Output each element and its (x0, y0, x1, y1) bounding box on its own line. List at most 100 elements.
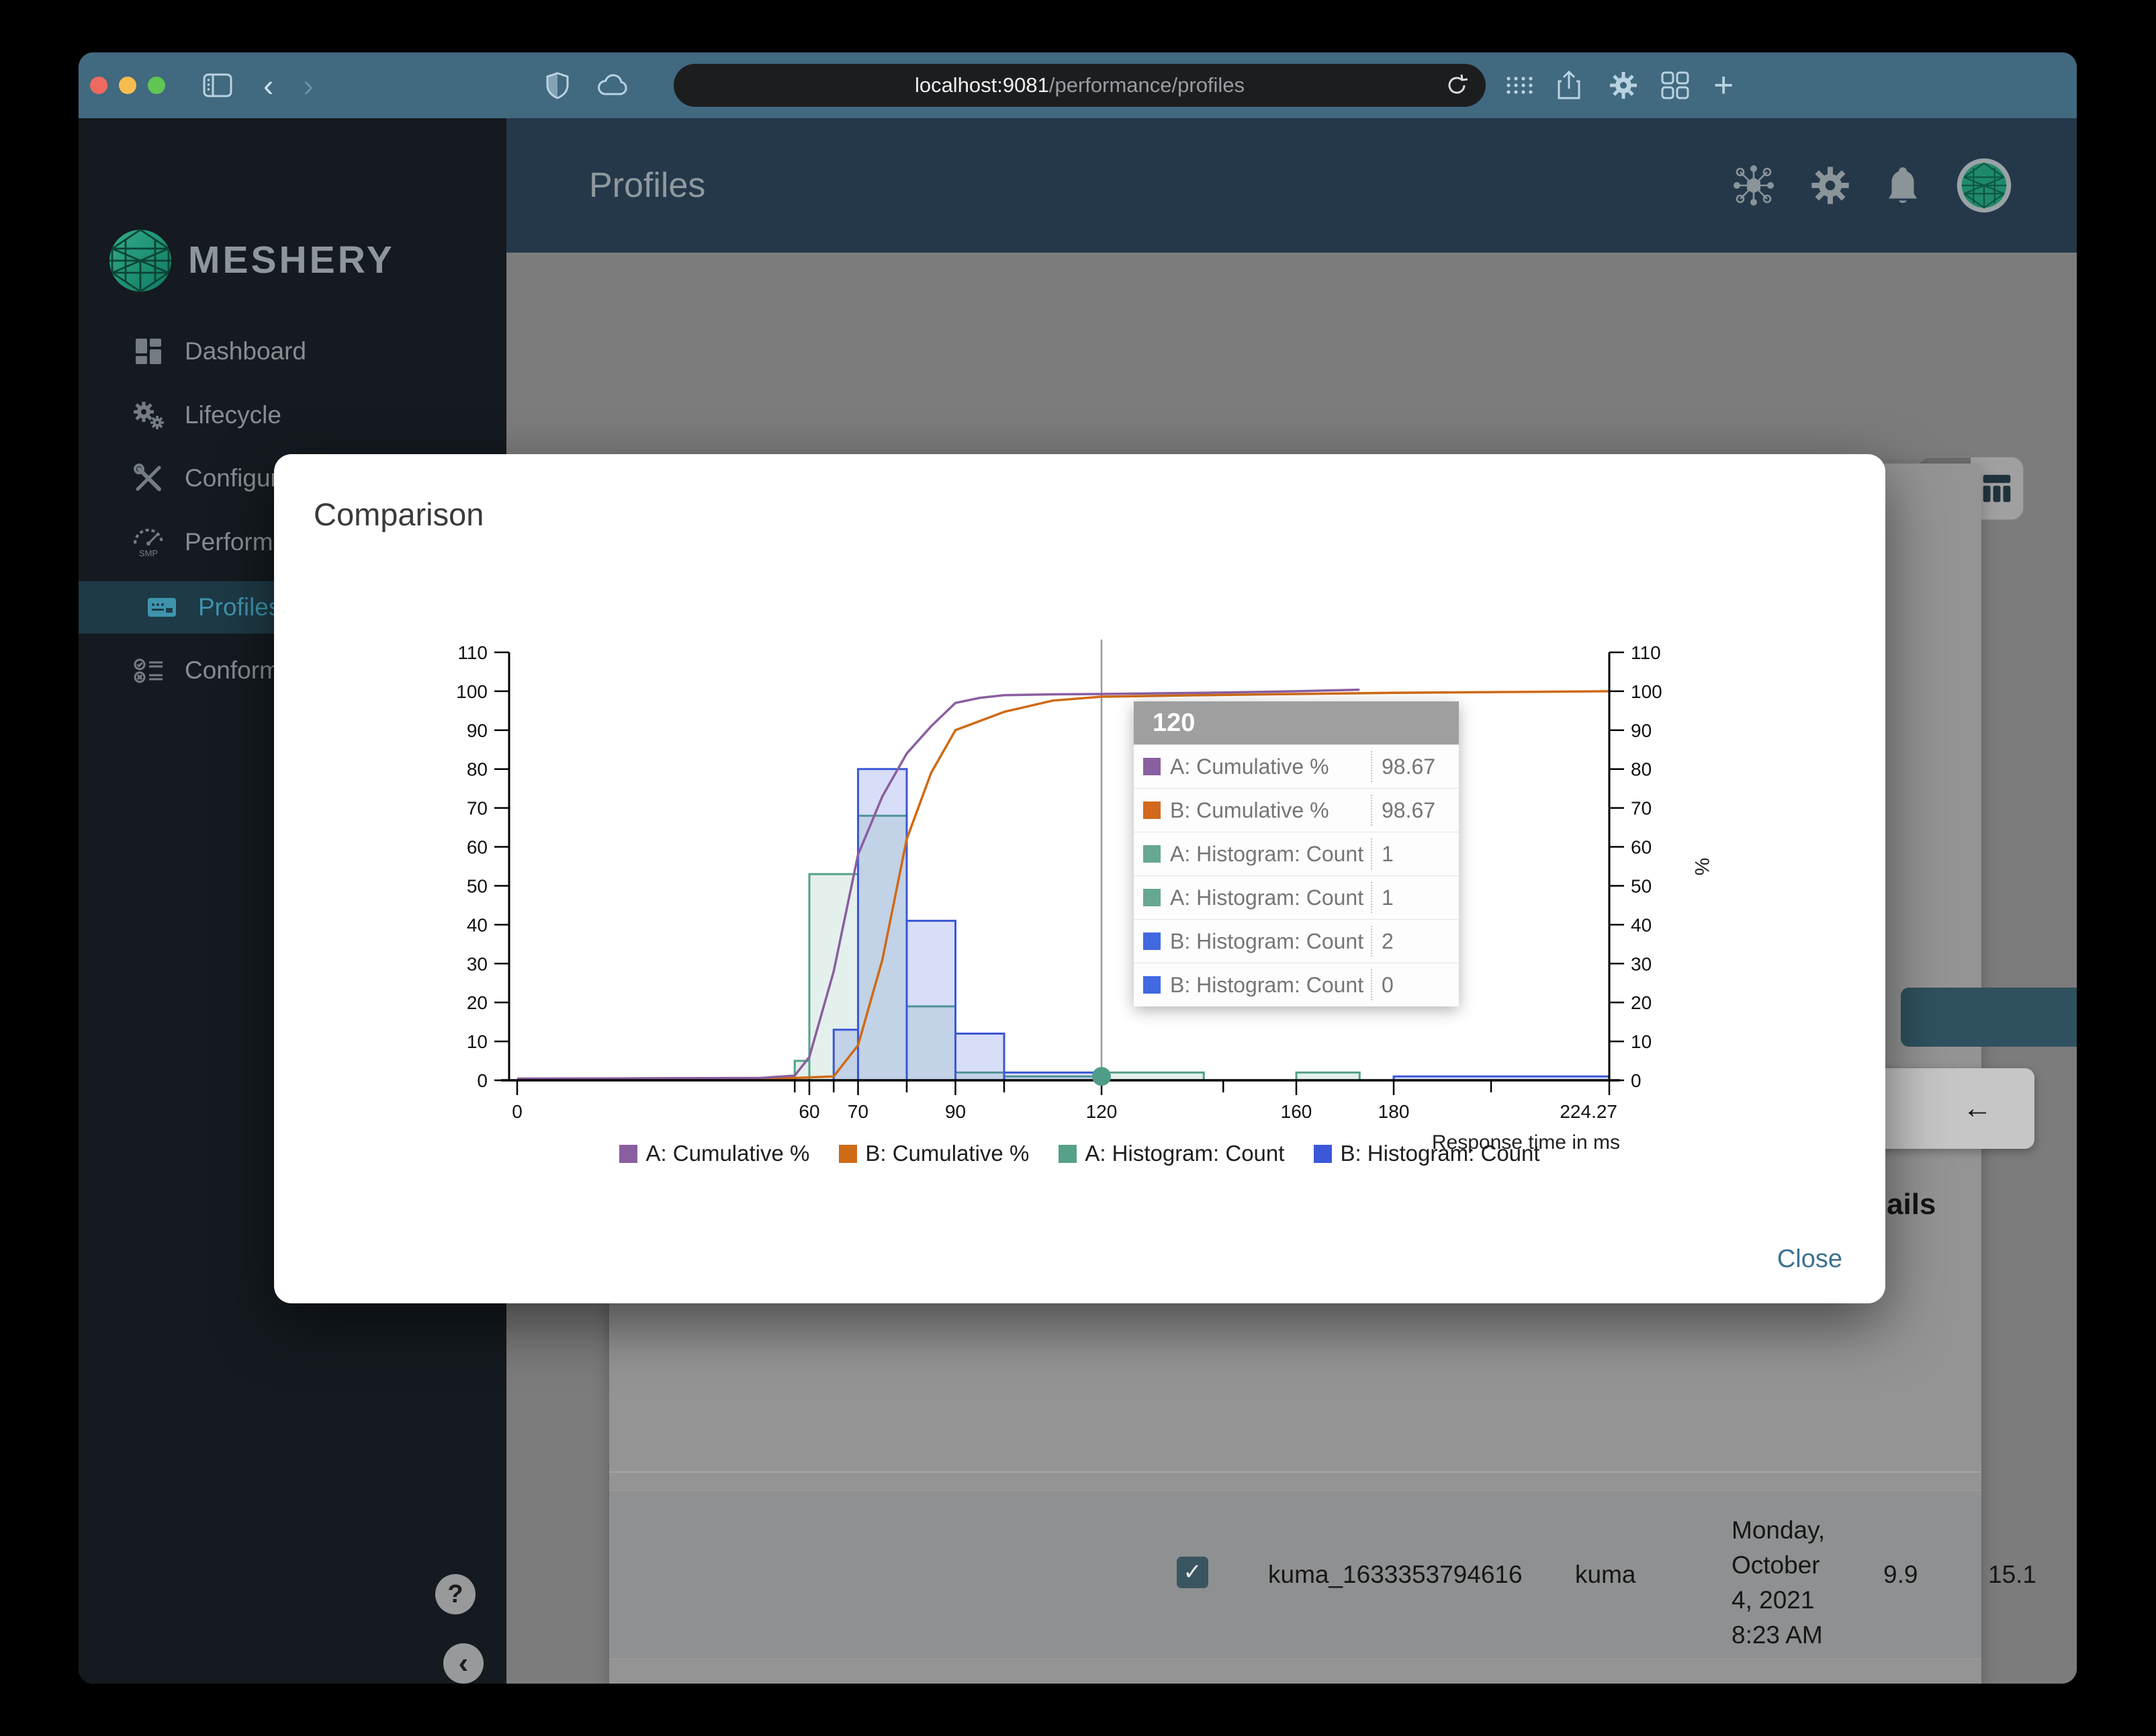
tooltip-header: 120 (1134, 701, 1459, 744)
performance-speedometer-icon: SMP (131, 525, 166, 560)
tooltip-row: B: Histogram: Count 0 (1134, 963, 1459, 1006)
duration-value: 15.1 (1988, 1561, 2037, 1588)
cloud-icon[interactable] (597, 74, 628, 97)
sidebar-item-label: Dashboard (185, 337, 307, 365)
legend-item[interactable]: A: Cumulative % (619, 1141, 809, 1166)
comparison-modal: Comparison 0 0 10 10 20 20 30 30 40 40 50 50 60 60 70 7… (274, 454, 1885, 1303)
svg-text:110: 110 (457, 642, 488, 663)
svg-text:SMP: SMP (139, 548, 158, 558)
svg-text:%: % (1691, 858, 1713, 876)
tooltip-row: A: Cumulative % 98.67 (1134, 744, 1459, 788)
tooltip-row: B: Cumulative % 98.67 (1134, 788, 1459, 832)
legend-item[interactable]: B: Cumulative % (839, 1141, 1029, 1166)
svg-text:0: 0 (512, 1101, 523, 1122)
svg-text:100: 100 (1631, 681, 1662, 702)
dashboard-icon (131, 334, 166, 369)
tab-overview-icon[interactable] (1661, 71, 1689, 99)
svg-text:160: 160 (1281, 1101, 1312, 1122)
brand-name[interactable]: MESHERY (188, 238, 395, 282)
mesh-adapters-icon[interactable] (1732, 163, 1776, 208)
user-avatar[interactable] (1956, 157, 2012, 214)
svg-text:224.27: 224.27 (1560, 1101, 1617, 1122)
minimize-window-button[interactable] (119, 77, 136, 94)
svg-text:60: 60 (467, 837, 488, 858)
page-title: Profiles (589, 166, 706, 205)
new-tab-icon[interactable]: + (1713, 65, 1734, 105)
sidebar-item-lifecycle[interactable]: Lifecycle (79, 389, 506, 441)
svg-text:80: 80 (467, 759, 488, 780)
collapse-sidebar-button[interactable]: ‹ (443, 1643, 484, 1684)
tooltip-row: A: Histogram: Count 1 (1134, 875, 1459, 919)
sidebar-toggle-icon[interactable] (203, 73, 232, 97)
series-swatch (1143, 889, 1161, 906)
screen: ‹ › localhost:9081/performance/profiles … (0, 0, 2156, 1736)
svg-text:30: 30 (467, 953, 488, 974)
mesh-name: kuma (1575, 1561, 1636, 1588)
privacy-shield-icon[interactable] (546, 72, 569, 99)
test-date: Monday, October 4, 2021 8:23 AM (1732, 1516, 1826, 1649)
close-button[interactable]: Close (1777, 1245, 1842, 1274)
svg-text:20: 20 (1631, 992, 1652, 1013)
svg-text:60: 60 (799, 1101, 819, 1122)
svg-text:40: 40 (1631, 914, 1652, 935)
address-bar[interactable]: localhost:9081/performance/profiles (674, 64, 1486, 107)
svg-text:100: 100 (456, 681, 488, 702)
row-checkbox[interactable]: ✓ (1177, 1557, 1208, 1588)
series-swatch (1143, 932, 1161, 950)
svg-text:60: 60 (1631, 837, 1652, 858)
profiles-card-icon (144, 590, 179, 625)
legend-swatch (1314, 1144, 1333, 1163)
chart-legend: A: Cumulative % B: Cumulative % A: Histo… (274, 1141, 1885, 1166)
tooltip-row: A: Histogram: Count 1 (1134, 832, 1459, 875)
svg-text:110: 110 (1631, 642, 1661, 663)
series-swatch (1143, 845, 1161, 863)
browser-window: ‹ › localhost:9081/performance/profiles … (79, 52, 2077, 1684)
settings-gear-icon[interactable] (1811, 166, 1850, 205)
svg-text:0: 0 (477, 1070, 488, 1091)
back-arrow-icon[interactable]: ← (1963, 1092, 1992, 1125)
svg-text:90: 90 (467, 720, 488, 741)
sidebar-item-dashboard[interactable]: Dashboard (79, 325, 506, 378)
svg-text:70: 70 (848, 1101, 868, 1122)
comparison-chart[interactable]: 0 0 10 10 20 20 30 30 40 40 50 50 60 60 70 70 80 80 90 90 10… (274, 454, 1885, 1303)
svg-text:90: 90 (1631, 720, 1652, 741)
svg-text:80: 80 (1631, 759, 1652, 780)
url-host: localhost:9081 (914, 73, 1049, 97)
svg-text:90: 90 (945, 1101, 966, 1122)
svg-text:70: 70 (1631, 798, 1652, 819)
help-button[interactable]: ? (435, 1574, 476, 1614)
divider (609, 1471, 1981, 1473)
svg-text:10: 10 (1631, 1031, 1652, 1052)
forward-button[interactable]: › (303, 67, 313, 103)
back-button[interactable]: ‹ (263, 67, 273, 103)
url-path: /performance/profiles (1048, 73, 1245, 97)
series-swatch (1143, 801, 1161, 819)
conformance-checklist-icon (131, 653, 166, 688)
legend-item[interactable]: A: Histogram: Count (1059, 1141, 1284, 1166)
legend-swatch (1059, 1144, 1077, 1163)
legend-item[interactable]: B: Histogram: Count (1314, 1141, 1540, 1166)
browser-toolbar: ‹ › localhost:9081/performance/profiles … (79, 52, 2077, 118)
run-test-button[interactable]: Test (1901, 988, 2077, 1047)
svg-text:30: 30 (1631, 953, 1652, 974)
svg-text:180: 180 (1378, 1101, 1410, 1122)
close-window-button[interactable] (90, 77, 107, 94)
details-text-fragment: ails (1887, 1188, 1936, 1221)
share-icon[interactable] (1556, 71, 1582, 100)
table-row[interactable]: ✓ kuma_1633353794616 kuma Monday, Octobe… (609, 1490, 2036, 1659)
settings-gear-icon[interactable] (1609, 71, 1638, 100)
svg-text:20: 20 (467, 992, 488, 1013)
sidebar-item-label: Profiles (198, 593, 281, 621)
svg-text:40: 40 (467, 914, 488, 935)
reload-icon[interactable] (1445, 74, 1468, 97)
legend-swatch (619, 1144, 638, 1163)
svg-text:120: 120 (1086, 1101, 1118, 1122)
series-swatch (1143, 976, 1161, 994)
extensions-grid-icon[interactable] (1504, 74, 1534, 97)
profile-name: kuma_1633353794616 (1268, 1561, 1523, 1588)
pagination-bar: Rows per page: 10 1-2 of 2 ‹ › (609, 1659, 1981, 1684)
meshery-logo[interactable] (108, 228, 173, 296)
zoom-window-button[interactable] (148, 77, 165, 94)
svg-text:50: 50 (467, 875, 488, 896)
notifications-bell-icon[interactable] (1885, 165, 1921, 206)
